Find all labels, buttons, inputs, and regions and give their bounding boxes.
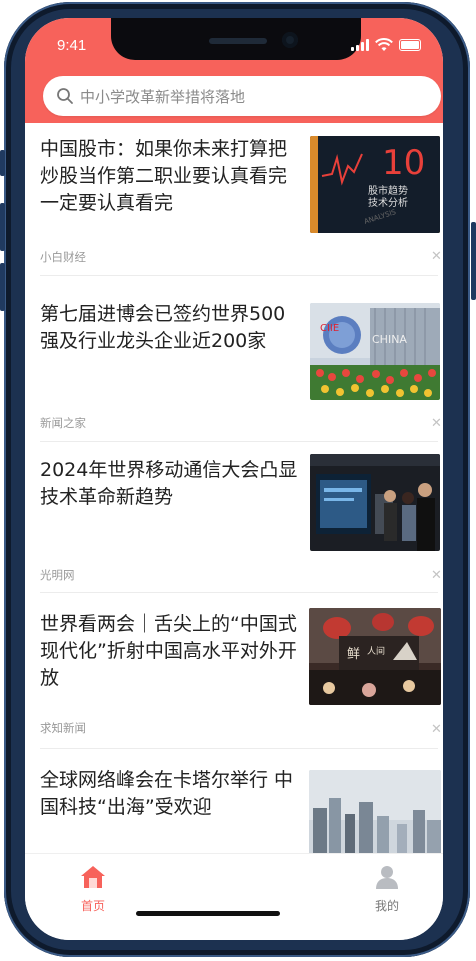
search-placeholder[interactable]: 中小学改革新举措将落地 — [80, 86, 245, 107]
power-button — [471, 222, 476, 300]
svg-text:CIIE: CIIE — [320, 323, 339, 334]
notch — [111, 18, 361, 60]
front-camera — [282, 32, 298, 48]
home-icon — [81, 866, 105, 888]
tab-mine[interactable]: 我的 — [357, 864, 417, 914]
divider — [40, 592, 438, 593]
news-title[interactable]: 中国股市：如果你未来打算把炒股当作第二职业要认真看完一定要认真看完 — [40, 136, 302, 217]
svg-text:技术分析: 技术分析 — [368, 196, 408, 209]
news-source: 光明网 — [40, 568, 75, 582]
signal-icon — [351, 39, 369, 51]
app-screen: 9:41 中小学改革新举措将落地 中国股市：如果你未来打算把炒股当作第二职业要认… — [25, 18, 443, 940]
news-title[interactable]: 2024年世界移动通信大会凸显技术革命新趋势 — [40, 457, 302, 511]
search-icon — [57, 88, 73, 104]
tab-mine-label: 我的 — [374, 899, 399, 913]
close-icon[interactable]: ✕ — [431, 417, 442, 430]
battery-icon — [399, 39, 421, 51]
svg-text:10: 10 — [382, 143, 425, 183]
wifi-icon — [375, 38, 393, 51]
news-image[interactable]: 鲜 人间 — [309, 608, 441, 705]
search-bar[interactable]: 中小学改革新举措将落地 — [43, 76, 441, 116]
news-source: 新闻之家 — [40, 416, 86, 430]
news-image[interactable]: CHINA CIIE — [310, 303, 440, 400]
news-feed[interactable]: 中国股市：如果你未来打算把炒股当作第二职业要认真看完一定要认真看完 10 股市趋… — [25, 123, 443, 853]
status-time: 9:41 — [57, 37, 87, 54]
speaker — [209, 38, 267, 44]
divider — [40, 275, 438, 276]
divider — [40, 748, 438, 749]
close-icon[interactable]: ✕ — [431, 569, 442, 582]
news-image[interactable] — [309, 770, 441, 853]
news-source: 求知新闻 — [40, 721, 86, 735]
user-icon — [376, 866, 398, 889]
volume-up-button — [0, 203, 5, 251]
svg-text:CHINA: CHINA — [372, 333, 407, 346]
close-icon[interactable]: ✕ — [431, 723, 442, 736]
status-icons — [351, 38, 421, 52]
news-title[interactable]: 全球网络峰会在卡塔尔举行 中国科技“出海”受欢迎 — [40, 767, 302, 821]
svg-text:人间: 人间 — [367, 645, 385, 657]
divider — [40, 441, 438, 442]
mute-switch — [0, 150, 5, 176]
volume-down-button — [0, 263, 5, 311]
home-indicator[interactable] — [136, 911, 280, 916]
tab-bar: 首页 我的 — [25, 853, 443, 940]
tab-home-label: 首页 — [80, 899, 105, 913]
news-image[interactable] — [310, 454, 440, 551]
tab-home[interactable]: 首页 — [63, 864, 123, 914]
news-source: 小白财经 — [40, 250, 86, 264]
svg-text:股市趋势: 股市趋势 — [368, 184, 408, 197]
svg-text:鲜: 鲜 — [347, 647, 360, 662]
news-title[interactable]: 世界看两会｜舌尖上的“中国式现代化”折射中国高水平对外开放 — [40, 611, 302, 692]
close-icon[interactable]: ✕ — [431, 250, 442, 263]
news-title[interactable]: 第七届进博会已签约世界500强及行业龙头企业近200家 — [40, 301, 302, 355]
news-image[interactable]: 10 股市趋势 技术分析 ANALYSIS — [310, 136, 440, 233]
